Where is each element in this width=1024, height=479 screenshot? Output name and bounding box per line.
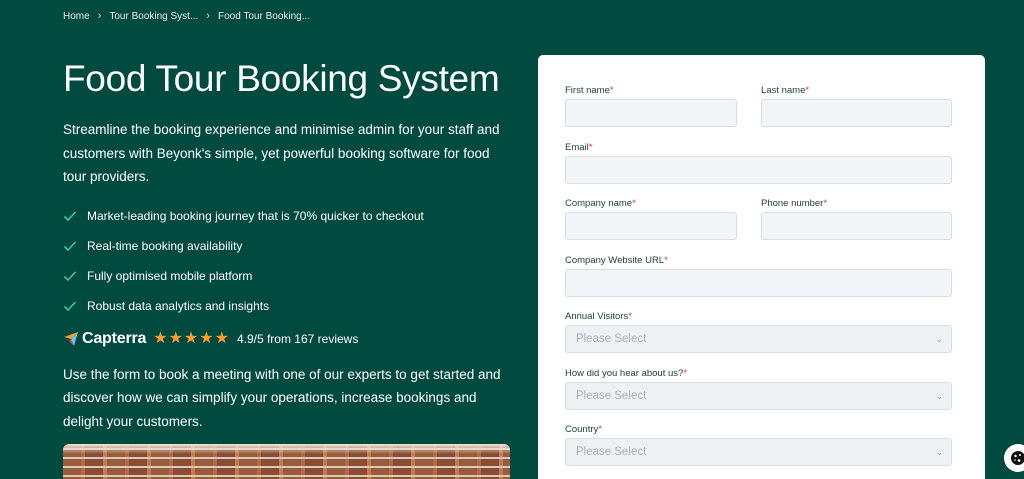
check-icon <box>63 240 77 251</box>
page-title: Food Tour Booking System <box>63 58 500 99</box>
cta-text: Use the form to book a meeting with one … <box>63 366 501 429</box>
star-icon: ★ <box>168 329 183 347</box>
star-icon: ★ <box>153 329 168 347</box>
first-name-input[interactable] <box>565 99 737 127</box>
website-input[interactable] <box>565 269 952 297</box>
visitors-label: Annual Visitors* <box>565 311 632 322</box>
breadcrumb-tour-booking[interactable]: Tour Booking Syst... <box>109 11 198 22</box>
phone-label: Phone number* <box>761 198 828 209</box>
feature-text: Fully optimised mobile platform <box>87 268 253 283</box>
feature-item: Market-leading booking journey that is 7… <box>63 201 513 231</box>
last-name-input[interactable] <box>761 99 952 127</box>
hear-label: How did you hear about us?* <box>565 368 688 379</box>
capterra-brand: Capterra <box>82 329 147 347</box>
feature-list: Market-leading booking journey that is 7… <box>63 201 513 321</box>
first-name-label: First name* <box>565 85 614 96</box>
rating-text: 4.9/5 from 167 reviews <box>236 331 359 346</box>
breadcrumb-home[interactable]: Home <box>63 11 90 22</box>
feature-text: Robust data analytics and insights <box>87 298 270 313</box>
check-icon <box>63 300 77 311</box>
feature-item: Robust data analytics and insights <box>63 291 513 321</box>
company-name-input[interactable] <box>565 212 737 240</box>
feature-item: Fully optimised mobile platform <box>63 261 513 291</box>
chevron-down-icon: ⌄ <box>935 390 943 401</box>
visitors-select[interactable]: Please Select ⌄ <box>565 325 952 353</box>
capterra-logo: Capterra <box>63 330 146 348</box>
hero-intro: Streamline the booking experience and mi… <box>63 122 500 184</box>
feature-item: Real-time booking availability <box>63 231 513 261</box>
email-label: Email* <box>565 142 593 153</box>
star-icon: ★ <box>183 329 199 347</box>
check-icon <box>63 210 77 221</box>
cookie-settings-button[interactable] <box>1004 444 1024 472</box>
last-name-label: Last name* <box>761 85 810 96</box>
hero-section: Food Tour Booking System Streamline the … <box>63 58 513 433</box>
hear-select[interactable]: Please Select ⌄ <box>565 382 952 410</box>
check-icon <box>63 270 77 281</box>
company-name-label: Company name* <box>565 198 636 209</box>
star-rating: ★ ★ ★ ★ ★ <box>153 329 230 347</box>
hear-select-value: Please Select <box>576 390 647 402</box>
email-input[interactable] <box>565 156 952 184</box>
feature-text: Market-leading booking journey that is 7… <box>87 208 424 223</box>
visitors-select-value: Please Select <box>576 333 647 345</box>
chevron-right-icon: › <box>97 10 102 22</box>
capterra-logo-icon <box>64 331 78 346</box>
capterra-rating: Capterra ★ ★ ★ ★ ★ 4.9/5 from 167 review… <box>63 328 513 350</box>
chevron-right-icon: › <box>206 10 210 22</box>
breadcrumb: Home › Tour Booking Syst... › Food Tour … <box>63 10 310 22</box>
feature-text: Real-time booking availability <box>87 238 243 253</box>
country-select[interactable]: Please Select ⌄ <box>565 438 952 466</box>
hero-image <box>63 444 510 479</box>
chevron-down-icon: ⌄ <box>935 333 943 344</box>
booking-form: First name* Last name* Email* Company na… <box>538 55 985 479</box>
country-select-value: Please Select <box>576 446 647 458</box>
cookie-icon <box>1011 451 1024 465</box>
chevron-down-icon: ⌄ <box>935 446 943 457</box>
breadcrumb-current: Food Tour Booking... <box>217 10 311 22</box>
country-label: Country* <box>565 424 602 435</box>
star-icon: ★ <box>214 329 229 347</box>
star-icon: ★ <box>199 329 214 347</box>
phone-input[interactable] <box>761 212 952 240</box>
website-label: Company Website URL* <box>565 255 668 266</box>
